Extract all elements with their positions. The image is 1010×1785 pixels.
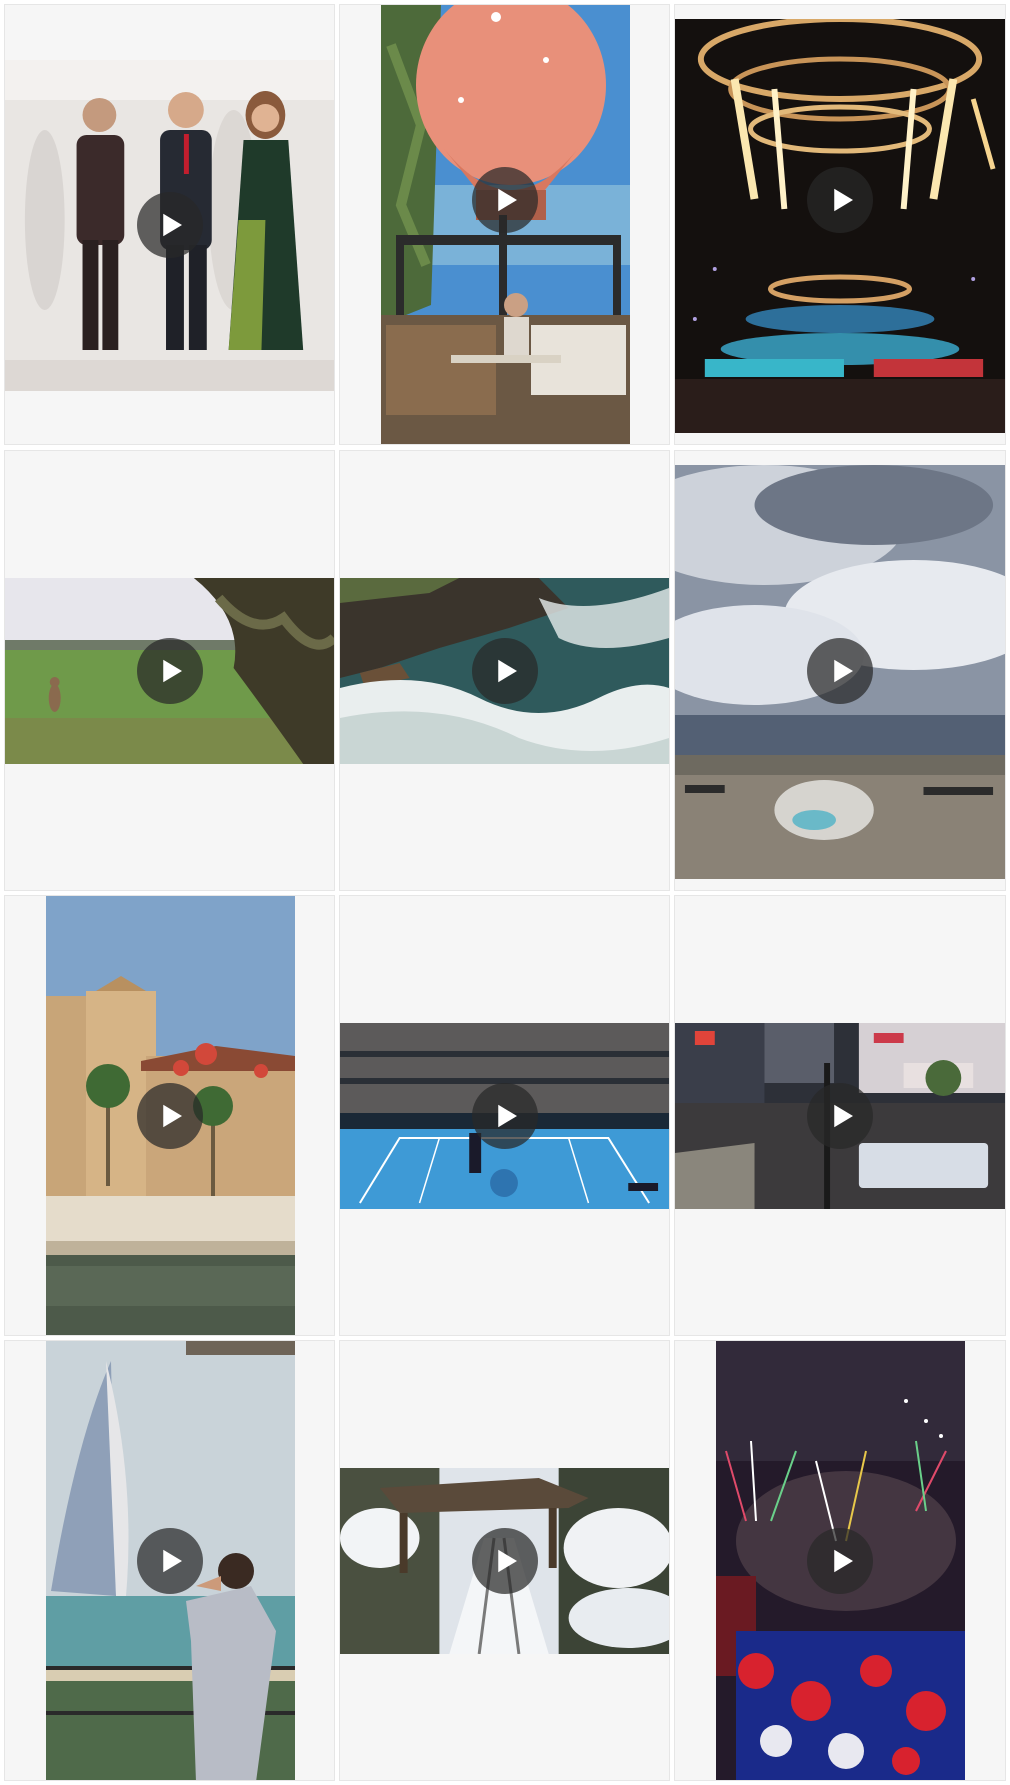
play-icon [833, 1104, 853, 1127]
play-icon [163, 213, 182, 236]
play-icon [498, 1104, 517, 1127]
video-tile-kangaroo-field[interactable] [4, 450, 335, 891]
video-tile-snowy-funicular[interactable] [339, 1340, 670, 1781]
play-icon [498, 189, 517, 212]
play-icon [163, 659, 182, 682]
play-button[interactable] [136, 1082, 203, 1149]
video-tile-event-stage[interactable] [4, 4, 335, 445]
play-button[interactable] [136, 1527, 203, 1594]
video-tile-geyser[interactable] [674, 450, 1006, 891]
play-icon [498, 659, 517, 682]
play-button[interactable] [807, 1527, 873, 1594]
video-tile-sail-hotel[interactable] [4, 1340, 335, 1781]
play-button[interactable] [471, 1082, 538, 1149]
play-button[interactable] [471, 167, 538, 234]
play-button[interactable] [807, 167, 873, 234]
video-tile-tennis-stadium[interactable] [339, 895, 670, 1336]
play-icon [163, 1104, 182, 1127]
play-button[interactable] [471, 1527, 538, 1594]
video-tile-balloon-dining[interactable] [339, 4, 670, 445]
play-button[interactable] [807, 1082, 873, 1149]
play-icon [163, 1549, 182, 1572]
play-icon [833, 659, 853, 682]
play-icon [833, 1549, 853, 1572]
video-tile-fireworks-festival[interactable] [674, 1340, 1006, 1781]
video-tile-city-crossing[interactable] [674, 895, 1006, 1336]
video-tile-concert-stage[interactable] [674, 4, 1006, 445]
play-button[interactable] [807, 637, 873, 704]
play-button[interactable] [136, 637, 203, 704]
play-button[interactable] [471, 637, 538, 704]
video-tile-waterfront-resort[interactable] [4, 895, 335, 1336]
play-icon [498, 1549, 517, 1572]
play-icon [833, 189, 853, 212]
play-button[interactable] [136, 191, 203, 258]
video-tile-ocean-coastline[interactable] [339, 450, 670, 891]
video-grid [0, 0, 1010, 1785]
